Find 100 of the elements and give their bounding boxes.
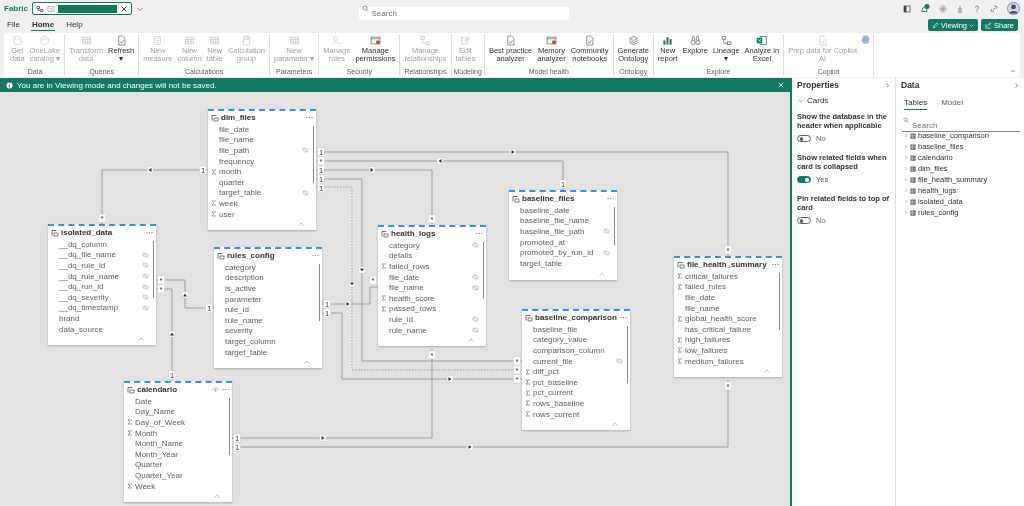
field-name: rule_name bbox=[389, 325, 427, 335]
collapse-icon[interactable] bbox=[304, 360, 310, 365]
direction-arrow-icon bbox=[446, 375, 454, 383]
app-name: Fabric bbox=[4, 4, 28, 13]
field-name: diff_pct bbox=[533, 367, 559, 377]
relationship-line[interactable] bbox=[315, 169, 433, 226]
field-name: category bbox=[389, 240, 420, 250]
more-icon[interactable] bbox=[222, 388, 229, 391]
field-name: category_value bbox=[533, 335, 588, 345]
workspace-tab[interactable] bbox=[32, 2, 132, 15]
notification-icon[interactable] bbox=[920, 4, 930, 13]
relationship-icon bbox=[720, 35, 732, 46]
diagram-canvas[interactable] bbox=[0, 92, 790, 506]
copilot-icon[interactable] bbox=[860, 34, 871, 45]
chevron-right-icon[interactable] bbox=[885, 82, 890, 88]
collapse-icon[interactable] bbox=[764, 369, 770, 374]
scrollbar[interactable] bbox=[778, 273, 780, 331]
hidden-icon bbox=[472, 316, 479, 323]
more-icon[interactable] bbox=[476, 232, 483, 235]
collapse-icon[interactable] bbox=[138, 337, 144, 342]
download-icon[interactable] bbox=[956, 4, 964, 13]
table-icon bbox=[910, 154, 916, 161]
field-name: rows_baseline bbox=[533, 398, 585, 408]
scrollbar[interactable] bbox=[626, 326, 628, 384]
settings-icon[interactable] bbox=[939, 4, 947, 13]
direction-arrow-icon bbox=[368, 166, 376, 174]
search-icon bbox=[903, 117, 909, 123]
relationship-line[interactable] bbox=[315, 160, 564, 191]
relationship-line[interactable] bbox=[101, 169, 209, 225]
field-name: baseline_file_name bbox=[520, 216, 589, 226]
field-name: baseline_file bbox=[533, 324, 578, 334]
scrollbar[interactable] bbox=[613, 207, 615, 246]
relationship-line[interactable] bbox=[231, 379, 729, 448]
scrollbar[interactable] bbox=[152, 241, 154, 299]
direction-arrow-icon bbox=[348, 280, 356, 288]
collapse-icon[interactable] bbox=[298, 222, 304, 227]
relationship-line[interactable] bbox=[155, 288, 173, 382]
scrollbar[interactable] bbox=[312, 126, 314, 184]
table-card[interactable]: isolated_data __dq_column __dq_file_name __dq_rule_id __dq_rule_name __dq_run_id __dq_severity __dq_timestamp brand data_source bbox=[48, 224, 156, 346]
table-card[interactable]: baseline_comparison baseline_file category_value comparison_column current_file diff_pct pct_baseline pct_current rows_baseline rows_current bbox=[522, 309, 630, 431]
table-card[interactable]: file_health_summary critical_failures failed_rules file_date file_name global_health_score has_critical_failure high_failures low_failures medium_failures bbox=[674, 256, 782, 378]
chevron-right-icon[interactable] bbox=[1014, 82, 1019, 88]
chevron-down-icon bbox=[969, 22, 974, 28]
menu-tab[interactable]: Home bbox=[30, 19, 56, 31]
field-name: target_table bbox=[520, 258, 563, 268]
field-name: rule_id bbox=[389, 314, 413, 324]
scrollbar[interactable] bbox=[318, 264, 320, 322]
menu-tab[interactable]: File bbox=[6, 19, 21, 31]
toggle-switch[interactable] bbox=[797, 217, 811, 224]
field-name: file_date bbox=[389, 272, 420, 282]
field-name: rule_name bbox=[225, 315, 263, 325]
document-icon bbox=[584, 35, 596, 46]
panel-icon[interactable] bbox=[903, 4, 911, 13]
field-name: file_path bbox=[219, 146, 250, 155]
pane-tab[interactable]: Model bbox=[941, 96, 963, 110]
field-name: failed_rules bbox=[685, 282, 726, 292]
search-field[interactable]: Search bbox=[358, 7, 569, 20]
avatar[interactable] bbox=[1007, 2, 1020, 15]
pane-tab[interactable]: Tables bbox=[904, 96, 928, 110]
pencil-icon bbox=[460, 35, 471, 46]
menu-tab[interactable]: Help bbox=[65, 19, 84, 31]
collapse-icon[interactable] bbox=[1010, 68, 1016, 74]
close-icon[interactable] bbox=[120, 4, 128, 13]
search-field[interactable]: Search bbox=[902, 120, 1020, 132]
relationship-line[interactable] bbox=[321, 312, 523, 380]
field-name: frequency bbox=[219, 156, 255, 166]
relationship-line[interactable] bbox=[315, 151, 729, 257]
scrollbar[interactable] bbox=[482, 242, 484, 300]
table-card[interactable]: dim_files file_date file_name file_path frequency month quarter target_table week user bbox=[208, 109, 316, 231]
collapse-icon[interactable] bbox=[468, 338, 474, 343]
more-icon[interactable] bbox=[607, 197, 614, 200]
toggle-switch[interactable] bbox=[797, 176, 811, 183]
relationship-line[interactable] bbox=[155, 279, 215, 309]
relationship-line[interactable] bbox=[321, 286, 379, 305]
pencil-icon bbox=[931, 21, 939, 29]
collapse-icon[interactable] bbox=[214, 494, 220, 499]
field-name: __dq_timestamp bbox=[59, 303, 119, 313]
redaction-bar bbox=[58, 4, 117, 13]
table-card[interactable]: health_logs category details failed_rows file_date file_name health_score passed_rows rule_id rule_name bbox=[378, 225, 486, 347]
more-icon[interactable] bbox=[306, 116, 313, 119]
chevron-down-icon[interactable] bbox=[798, 97, 804, 104]
hidden-icon bbox=[142, 283, 149, 290]
hidden-icon bbox=[472, 327, 479, 334]
more-icon[interactable] bbox=[772, 263, 779, 266]
help-icon[interactable] bbox=[973, 4, 981, 13]
more-icon[interactable] bbox=[620, 316, 627, 319]
field-name: file_date bbox=[219, 124, 250, 134]
table-card[interactable]: baseline_files baseline_date baseline_file_name baseline_file_path promoted_at promoted_by_run_id target_table bbox=[509, 190, 617, 280]
collapse-icon[interactable] bbox=[612, 422, 618, 427]
more-icon[interactable] bbox=[146, 231, 153, 234]
link-icon[interactable] bbox=[990, 4, 998, 13]
toggle-switch[interactable] bbox=[797, 135, 811, 142]
table-card[interactable]: rules_config category description is_active parameter rule_id rule_name severity target_column target_table bbox=[214, 247, 322, 369]
scrollbar[interactable] bbox=[228, 398, 230, 456]
table-card[interactable]: calendario Date Day_Name Day_of_Week Month Month_Name Month_Year Quarter Quarter_Year Week bbox=[124, 381, 232, 503]
collapse-icon[interactable] bbox=[599, 271, 605, 276]
table-icon bbox=[525, 313, 533, 322]
table-icon bbox=[910, 176, 916, 183]
field-name: Month bbox=[135, 428, 158, 438]
more-icon[interactable] bbox=[312, 254, 319, 257]
